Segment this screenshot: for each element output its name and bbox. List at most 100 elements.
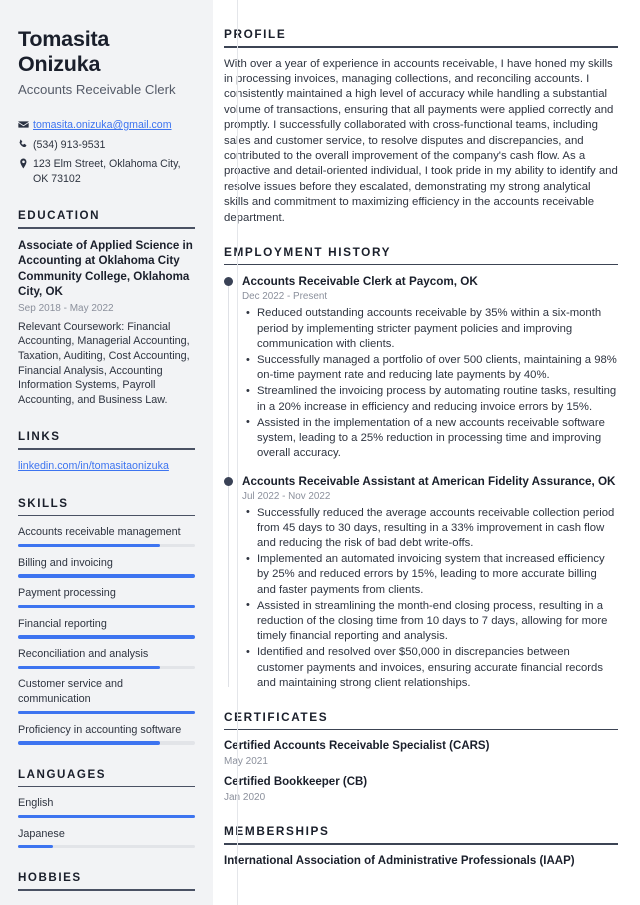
list-item: Accounts receivable management (18, 525, 195, 548)
skill-bar-fill (18, 574, 195, 578)
list-item: Customer service and communication (18, 677, 195, 715)
education-section: EDUCATION Associate of Applied Science i… (18, 209, 195, 407)
skill-bar-track (18, 543, 195, 548)
list-item: Reduced outstanding accounts receivable … (242, 306, 618, 352)
languages-heading: LANGUAGES (18, 767, 107, 781)
employment-entry: Accounts Receivable Assistant at America… (224, 474, 618, 691)
hobbies-rule (18, 889, 195, 891)
certificate-date: May 2021 (224, 756, 268, 768)
skill-bar-track (18, 604, 195, 609)
certificate-date: Jan 2020 (224, 792, 266, 804)
list-item: Certified Bookkeeper (CB) Jan 2020 (224, 775, 618, 805)
memberships-rule (224, 843, 618, 845)
skill-label: Proficiency in accounting software (18, 723, 182, 736)
list-item: Certified Accounts Receivable Specialist… (224, 739, 618, 769)
skills-rule (18, 514, 195, 517)
certificate-name: Certified Bookkeeper (CB) (224, 776, 368, 789)
list-item: Successfully reduced the average account… (242, 505, 618, 552)
employment-entry: Accounts Receivable Clerk at Paycom, OK … (224, 274, 618, 461)
list-item: Proficiency in accounting software (18, 723, 195, 745)
certificates-heading: CERTIFICATES (224, 709, 329, 724)
memberships-heading: MEMBERSHIPS (224, 824, 330, 839)
hobbies-section: HOBBIES (18, 871, 195, 891)
timeline-dot-icon (224, 277, 233, 287)
skill-bar-fill (18, 543, 160, 548)
list-item: Assisted in streamlining the month-end c… (242, 598, 618, 645)
envelope-icon (18, 118, 33, 130)
candidate-name: Tomasita Onizuka (18, 27, 110, 76)
certificates-rule (224, 728, 618, 731)
skill-bar-fill (18, 710, 195, 715)
location-pin-icon (18, 157, 33, 169)
list-item: Successfully managed a portfolio of over… (242, 353, 618, 383)
skill-label: Customer service and communication (18, 678, 124, 706)
certificate-name: Certified Accounts Receivable Specialist… (224, 740, 490, 753)
job-title: Accounts Receivable Assistant at America… (242, 474, 616, 488)
list-item: Streamlined the invoicing process by aut… (242, 384, 618, 414)
profile-heading: PROFILE (224, 27, 287, 41)
skill-bar-track (18, 741, 195, 745)
contact-email[interactable]: tomasita.onizuka@gmail.com (18, 118, 195, 133)
contact-address: 123 Elm Street, Oklahoma City, OK 73102 (18, 157, 195, 186)
list-item: Assisted in the implementation of a new … (242, 415, 618, 462)
skill-label: Reconciliation and analysis (18, 648, 149, 660)
membership-name: International Association of Administrat… (224, 854, 575, 867)
main-column: PROFILE With over a year of experience i… (213, 0, 640, 905)
skills-section: SKILLS Accounts receivable management Bi… (18, 497, 195, 745)
employment-timeline: Accounts Receivable Clerk at Paycom, OK … (224, 274, 618, 690)
links-heading: LINKS (18, 430, 61, 444)
links-rule (18, 448, 195, 450)
language-bar-track (18, 845, 195, 849)
education-description: Relevant Coursework: Financial Accountin… (18, 320, 190, 406)
language-bar-fill (18, 814, 195, 819)
linkedin-link[interactable]: linkedin.com/in/tomasitaonizuka (18, 460, 169, 472)
resume-page: Tomasita Onizuka Accounts Receivable Cle… (0, 0, 640, 905)
profile-section: PROFILE With over a year of experience i… (224, 27, 618, 226)
education-dates: Sep 2018 - May 2022 (18, 302, 114, 314)
job-title: Accounts Receivable Clerk at Paycom, OK (242, 275, 478, 289)
list-item: Reconciliation and analysis (18, 647, 195, 669)
skill-bar-fill (18, 741, 160, 745)
list-item: Payment processing (18, 586, 195, 609)
employment-heading: EMPLOYMENT HISTORY (224, 244, 392, 259)
education-heading: EDUCATION (18, 209, 101, 222)
skill-bar-fill (18, 635, 195, 639)
skill-label: Accounts receivable management (18, 526, 181, 539)
job-bullets: Successfully reduced the average account… (242, 505, 618, 691)
contact-list: tomasita.onizuka@gmail.com (534) 913-953… (18, 118, 195, 186)
skill-bar-fill (18, 665, 160, 669)
skill-label: Billing and invoicing (18, 556, 113, 569)
language-bar-track (18, 814, 195, 819)
education-degree: Associate of Applied Science in Accounti… (18, 238, 193, 299)
languages-rule (18, 785, 195, 788)
skill-bar-track (18, 574, 195, 578)
job-dates: Jul 2022 - Nov 2022 (242, 490, 331, 502)
candidate-job-title: Accounts Receivable Clerk (18, 82, 176, 97)
address-text: 123 Elm Street, Oklahoma City, OK 73102 (33, 158, 181, 185)
list-item: Japanese (18, 827, 195, 849)
list-item[interactable]: linkedin.com/in/tomasitaonizuka (18, 459, 195, 474)
email-text[interactable]: tomasita.onizuka@gmail.com (33, 118, 195, 133)
list-item: Financial reporting (18, 617, 195, 639)
language-label: English (18, 797, 54, 810)
skills-heading: SKILLS (18, 496, 69, 510)
list-item: Identified and resolved over $50,000 in … (242, 645, 618, 691)
job-dates: Dec 2022 - Present (242, 291, 328, 303)
language-label: Japanese (18, 827, 65, 840)
language-bar-fill (18, 845, 54, 849)
languages-section: LANGUAGES English Japanese (18, 768, 195, 849)
profile-rule (224, 46, 618, 48)
skill-bar-track (18, 710, 195, 715)
list-item: Billing and invoicing (18, 556, 195, 578)
skill-bar-track (18, 635, 195, 639)
phone-icon (18, 138, 33, 150)
employment-history-section: EMPLOYMENT HISTORY Accounts Receivable C… (224, 245, 618, 691)
certificates-section: CERTIFICATES Certified Accounts Receivab… (224, 710, 618, 806)
contact-phone: (534) 913-9531 (18, 138, 195, 153)
skill-label: Financial reporting (18, 617, 107, 630)
job-bullets: Reduced outstanding accounts receivable … (242, 306, 618, 461)
memberships-section: MEMBERSHIPS International Association of… (224, 824, 618, 869)
phone-text: (534) 913-9531 (33, 138, 106, 151)
education-rule (18, 227, 195, 229)
employment-rule (224, 263, 618, 266)
